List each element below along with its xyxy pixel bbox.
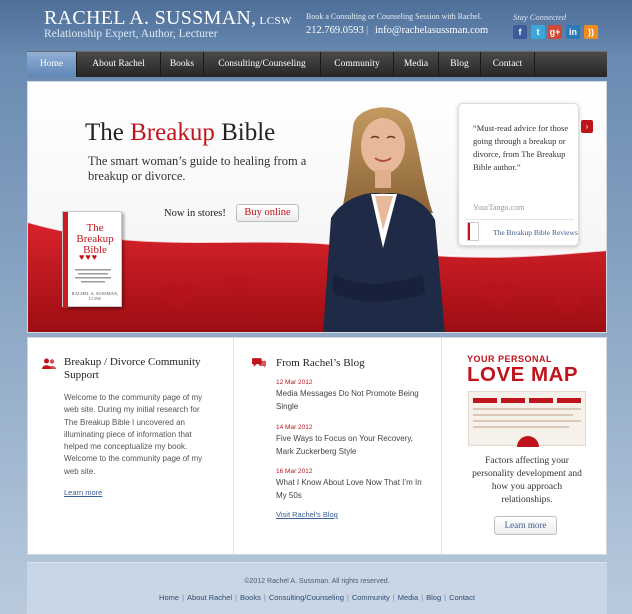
hero-banner: The Breakup Bible The smart woman’s guid… xyxy=(27,81,607,333)
footer-link-home[interactable]: Home xyxy=(159,593,179,602)
phone-number: 212.769.0593 xyxy=(306,25,364,36)
hero-title-part: The xyxy=(85,119,131,146)
footer-separator: | xyxy=(444,593,447,602)
love-map-title: LOVE MAP xyxy=(467,363,579,386)
booking-text: Book a Consulting or Counseling Session … xyxy=(306,12,482,21)
site-header: RACHEL A. SUSSMAN, LCSW Relationship Expe… xyxy=(0,0,632,50)
chart-header-bar xyxy=(501,398,525,403)
chart-header-bar xyxy=(557,398,581,403)
footer-link-contact[interactable]: Contact xyxy=(449,593,475,602)
book-cover-image[interactable]: The Breakup Bible ♥♥♥ RACHEL A. SUSSMAN, L… xyxy=(62,211,122,308)
footer-separator: | xyxy=(421,593,424,602)
column-divider xyxy=(441,338,442,554)
footer-link-media[interactable]: Media xyxy=(398,593,418,602)
chart-row xyxy=(473,408,581,410)
contact-separator: | xyxy=(366,24,369,36)
site-credential: LCSW xyxy=(259,15,293,27)
breakup-bible-reviews-link[interactable]: The Breakup Bible Reviews xyxy=(493,228,578,237)
next-quote-arrow-icon[interactable]: › xyxy=(581,120,593,133)
visit-blog-link[interactable]: Visit Rachel’s Blog xyxy=(276,510,338,519)
buy-online-button[interactable]: Buy online xyxy=(236,204,299,222)
chart-row xyxy=(473,414,573,416)
nav-item-contact[interactable]: Contact xyxy=(481,52,535,77)
blog-title: From Rachel’s Blog xyxy=(276,357,365,369)
footer-separator: | xyxy=(182,593,185,602)
copyright-text: ©2012 Rachel A. Sussman. All rights rese… xyxy=(244,578,390,585)
column-divider xyxy=(233,338,234,554)
content-panel: Breakup / Divorce Community Support Welc… xyxy=(27,337,607,555)
footer-separator: | xyxy=(346,593,349,602)
love-map-learn-more-button[interactable]: Learn more xyxy=(494,516,557,535)
post-date: 12 Mar 2012 xyxy=(276,379,313,386)
nav-item-blog[interactable]: Blog xyxy=(439,52,481,77)
footer-link-community[interactable]: Community xyxy=(352,593,390,602)
nav-item-community[interactable]: Community xyxy=(321,52,394,77)
blog-post-link[interactable]: Five Ways to Focus on Your Recovery, Mar… xyxy=(276,433,428,458)
stay-connected-label: Stay Connected xyxy=(513,12,567,22)
site-footer: ©2012 Rachel A. Sussman. All rights rese… xyxy=(27,562,607,614)
book-author: RACHEL A. SUSSMAN, LCSW xyxy=(71,291,119,301)
footer-nav: Home | About Rachel | Books | Consulting/Couns… xyxy=(27,593,607,602)
footer-separator: | xyxy=(263,593,266,602)
hero-title-accent: Breakup xyxy=(130,119,215,146)
now-in-stores-label: Now in stores! xyxy=(164,208,226,219)
review-quote-text: “Must-read advice for those going throug… xyxy=(473,123,569,172)
review-quote-card: “Must-read advice for those going throug… xyxy=(458,103,579,246)
post-date: 16 Mar 2012 xyxy=(276,468,313,475)
nav-item-home[interactable]: Home xyxy=(27,52,77,77)
post-date: 14 Mar 2012 xyxy=(276,424,313,431)
author-photo xyxy=(323,107,445,332)
hero-title: The Breakup Bible xyxy=(85,119,275,147)
twitter-icon[interactable]: t xyxy=(531,25,545,39)
hero-title-part: Bible xyxy=(214,119,276,146)
nav-item-media[interactable]: Media xyxy=(394,52,439,77)
review-source: YourTango.com xyxy=(473,203,525,212)
people-icon xyxy=(42,358,56,369)
chart-header-bar xyxy=(473,398,497,403)
main-nav: Home About Rachel Books Consulting/Couns… xyxy=(27,51,607,77)
footer-link-books[interactable]: Books xyxy=(240,593,261,602)
email-link[interactable]: info@rachelasussman.com xyxy=(375,25,488,36)
community-title: Breakup / Divorce Community Support xyxy=(64,356,201,381)
footer-link-consulting-counseling[interactable]: Consulting/Counseling xyxy=(269,593,344,602)
nav-item-about-rachel[interactable]: About Rachel xyxy=(77,52,161,77)
nav-item-consulting-counseling[interactable]: Consulting/Counseling xyxy=(204,52,321,77)
site-name: RACHEL A. SUSSMAN, xyxy=(44,7,257,29)
chart-header-bar xyxy=(529,398,553,403)
chart-row xyxy=(473,426,569,428)
heart-icon: ♥♥♥ xyxy=(79,252,99,262)
book-thumbnail xyxy=(467,222,479,241)
google-plus-icon[interactable]: g+ xyxy=(548,25,562,39)
divider xyxy=(465,219,574,220)
site-logo[interactable]: RACHEL A. SUSSMAN, LCSW xyxy=(44,7,292,30)
linkedin-icon[interactable]: in xyxy=(566,25,580,39)
rss-icon[interactable]: )) xyxy=(584,25,598,39)
community-body: Welcome to the community page of my web … xyxy=(64,393,203,476)
blog-post-link[interactable]: What I Know About Love Now That I’m In M… xyxy=(276,477,428,502)
footer-link-blog[interactable]: Blog xyxy=(426,593,441,602)
blog-post-link[interactable]: Media Messages Do Not Promote Being Sing… xyxy=(276,388,428,413)
love-map-description: Factors affecting your personality devel… xyxy=(472,456,582,505)
facebook-icon[interactable]: f xyxy=(513,25,527,39)
hero-subtitle: The smart woman’s guide to healing from … xyxy=(88,154,307,183)
chart-heart-badge xyxy=(517,436,539,447)
footer-separator: | xyxy=(235,593,237,602)
site-tagline: Relationship Expert, Author, Lecturer xyxy=(44,28,218,40)
community-learn-more-link[interactable]: Learn more xyxy=(64,488,102,497)
book-spine xyxy=(63,212,68,308)
footer-link-about-rachel[interactable]: About Rachel xyxy=(187,593,232,602)
love-map-chart-image[interactable] xyxy=(468,391,586,447)
book-cover-text-lines xyxy=(75,269,111,283)
chart-row xyxy=(473,420,581,422)
nav-item-books[interactable]: Books xyxy=(161,52,204,77)
footer-separator: | xyxy=(392,593,395,602)
speech-bubbles-icon xyxy=(252,358,266,368)
